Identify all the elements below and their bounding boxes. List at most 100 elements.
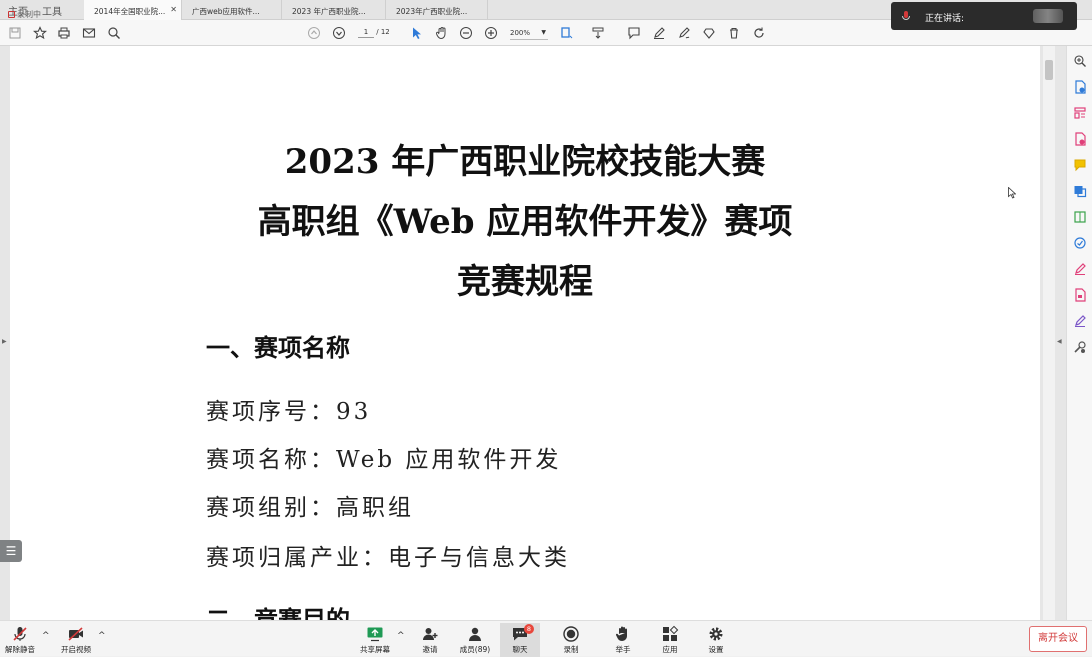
stamp-icon[interactable] (702, 26, 716, 40)
share-label: 共享屏幕 (360, 645, 390, 654)
zoom-search-icon[interactable] (1073, 54, 1087, 68)
unmute-button[interactable]: 解除静音 (0, 623, 40, 655)
gear-icon (709, 627, 723, 641)
audio-options-chevron-icon[interactable]: ^ (42, 631, 50, 641)
page-number-input[interactable]: 1 (358, 26, 374, 38)
meeting-controls-bar: 解除静音 ^ 开启视频 ^ 共享屏幕 ^ 邀请 成员(89) 聊天 8 录制 举… (0, 620, 1092, 657)
chat-button[interactable]: 聊天 8 (500, 623, 540, 657)
video-off-icon (68, 627, 83, 641)
vertical-scrollbar[interactable] (1043, 46, 1055, 620)
tab-document-4[interactable]: 2023年广西职业院... (386, 0, 488, 20)
tab-label: 2023年广西职业院... (396, 7, 468, 16)
hand-icon (615, 626, 627, 641)
chat-label: 聊天 (512, 645, 528, 654)
record-icon (563, 626, 579, 642)
zoom-select[interactable]: 200% ▼ (510, 26, 548, 40)
more-tools-icon[interactable] (1073, 340, 1087, 354)
doc-title-line-1: 2023 年广西职业院校技能大赛 (284, 142, 766, 182)
annotation-icon[interactable] (1073, 158, 1087, 172)
share-options-chevron-icon[interactable]: ^ (397, 631, 405, 641)
start-video-button[interactable]: 开启视频 (56, 623, 96, 655)
doc-line-group: 赛项组别：高职组 (206, 495, 414, 521)
signature-icon[interactable] (1073, 314, 1087, 328)
protect-pdf-icon[interactable] (1073, 288, 1087, 302)
chat-unread-badge: 8 (524, 624, 534, 634)
fill-sign-icon[interactable] (1073, 262, 1087, 276)
combine-files-icon[interactable] (1073, 184, 1087, 198)
doc-line-name: 赛项名称：Web 应用软件开发 (206, 447, 562, 473)
chevron-down-icon: ▼ (541, 29, 546, 36)
zoom-in-icon[interactable] (484, 26, 498, 40)
search-icon[interactable] (107, 26, 121, 40)
close-icon[interactable]: ✕ (170, 5, 177, 14)
doc-title-line-2: 高职组《Web 应用软件开发》赛项 (257, 202, 793, 242)
select-cursor-icon[interactable] (410, 26, 424, 40)
section-heading-2: 二、竞赛目的 (206, 605, 350, 620)
settings-button[interactable]: 设置 (696, 623, 736, 655)
export-pdf-icon[interactable] (1073, 80, 1087, 94)
recording-indicator: 录制中 (8, 9, 41, 20)
scroll-mode-icon[interactable] (591, 26, 605, 40)
hand-tool-icon[interactable] (435, 26, 449, 40)
record-label: 录制 (563, 645, 579, 654)
page-total: / 12 (376, 28, 390, 36)
members-label: 成员(89) (459, 645, 491, 654)
email-icon[interactable] (82, 26, 96, 40)
create-pdf-icon[interactable] (1073, 132, 1087, 146)
tab-document-3[interactable]: 2023 年广西职业院... (282, 0, 386, 20)
section-heading-1: 一、赛项名称 (206, 333, 350, 362)
menu-tools[interactable]: 工具 (42, 3, 62, 18)
settings-label: 设置 (708, 645, 724, 654)
page-down-icon[interactable] (332, 26, 346, 40)
apps-button[interactable]: 应用 (650, 623, 690, 655)
share-screen-button[interactable]: 共享屏幕 (355, 623, 395, 655)
add-person-icon (423, 628, 438, 640)
right-panel-toggle-icon[interactable]: ◀ (1057, 338, 1062, 345)
video-options-chevron-icon[interactable]: ^ (98, 631, 106, 641)
print-icon[interactable] (57, 26, 71, 40)
muted-microphone-icon (13, 627, 27, 641)
page-up-icon[interactable] (307, 26, 321, 40)
tab-document-1[interactable]: 2014年全国职业院... ✕ (84, 0, 182, 20)
edit-pdf-icon[interactable] (1073, 210, 1087, 224)
unmute-label: 解除静音 (5, 645, 35, 654)
share-screen-icon (367, 627, 383, 642)
document-viewport[interactable]: ▶ 2023 年广西职业院校技能大赛 高职组《Web 应用软件开发》赛项 竞赛规… (0, 46, 1066, 620)
record-button[interactable]: 录制 (551, 623, 591, 655)
raise-hand-label: 举手 (615, 645, 631, 654)
bookmark-star-icon[interactable] (33, 26, 47, 40)
recording-icon (8, 11, 15, 18)
invite-button[interactable]: 邀请 (410, 623, 450, 655)
video-label: 开启视频 (61, 645, 91, 654)
tab-label: 2014年全国职业院... (94, 7, 166, 16)
members-button[interactable]: 成员(89) (455, 623, 495, 655)
organize-pages-icon[interactable] (1073, 106, 1087, 120)
highlight-pen-icon[interactable] (652, 26, 666, 40)
leave-meeting-button[interactable]: 离开会议 (1029, 626, 1087, 652)
microphone-icon (901, 10, 911, 22)
rotate-icon[interactable] (752, 26, 766, 40)
speaker-avatar (1033, 9, 1063, 23)
fit-page-icon[interactable] (560, 26, 574, 40)
apps-label: 应用 (662, 645, 678, 654)
draw-icon[interactable] (677, 26, 691, 40)
save-icon[interactable] (8, 26, 22, 40)
zoom-out-icon[interactable] (459, 26, 473, 40)
mouse-cursor-icon (1008, 184, 1017, 203)
document-page: 2023 年广西职业院校技能大赛 高职组《Web 应用软件开发》赛项 竞赛规程 … (10, 46, 1040, 620)
speaking-indicator: 正在讲话: (891, 2, 1077, 30)
tab-label: 广西web应用软件... (192, 7, 260, 16)
raise-hand-button[interactable]: 举手 (603, 623, 643, 655)
tab-document-2[interactable]: 广西web应用软件... (182, 0, 282, 20)
comment-icon[interactable] (627, 26, 641, 40)
list-panel-icon[interactable]: ☰ (0, 540, 22, 562)
enhance-scan-icon[interactable] (1073, 236, 1087, 250)
delete-icon[interactable] (727, 26, 741, 40)
scrollbar-thumb[interactable] (1045, 60, 1053, 80)
members-icon (469, 627, 481, 641)
left-panel-toggle-icon[interactable]: ▶ (2, 338, 7, 345)
tab-label: 2023 年广西职业院... (292, 7, 366, 16)
doc-line-serial: 赛项序号：93 (206, 399, 372, 425)
page-indicator: 1 / 12 (358, 26, 390, 40)
speaking-label: 正在讲话: (925, 14, 965, 24)
